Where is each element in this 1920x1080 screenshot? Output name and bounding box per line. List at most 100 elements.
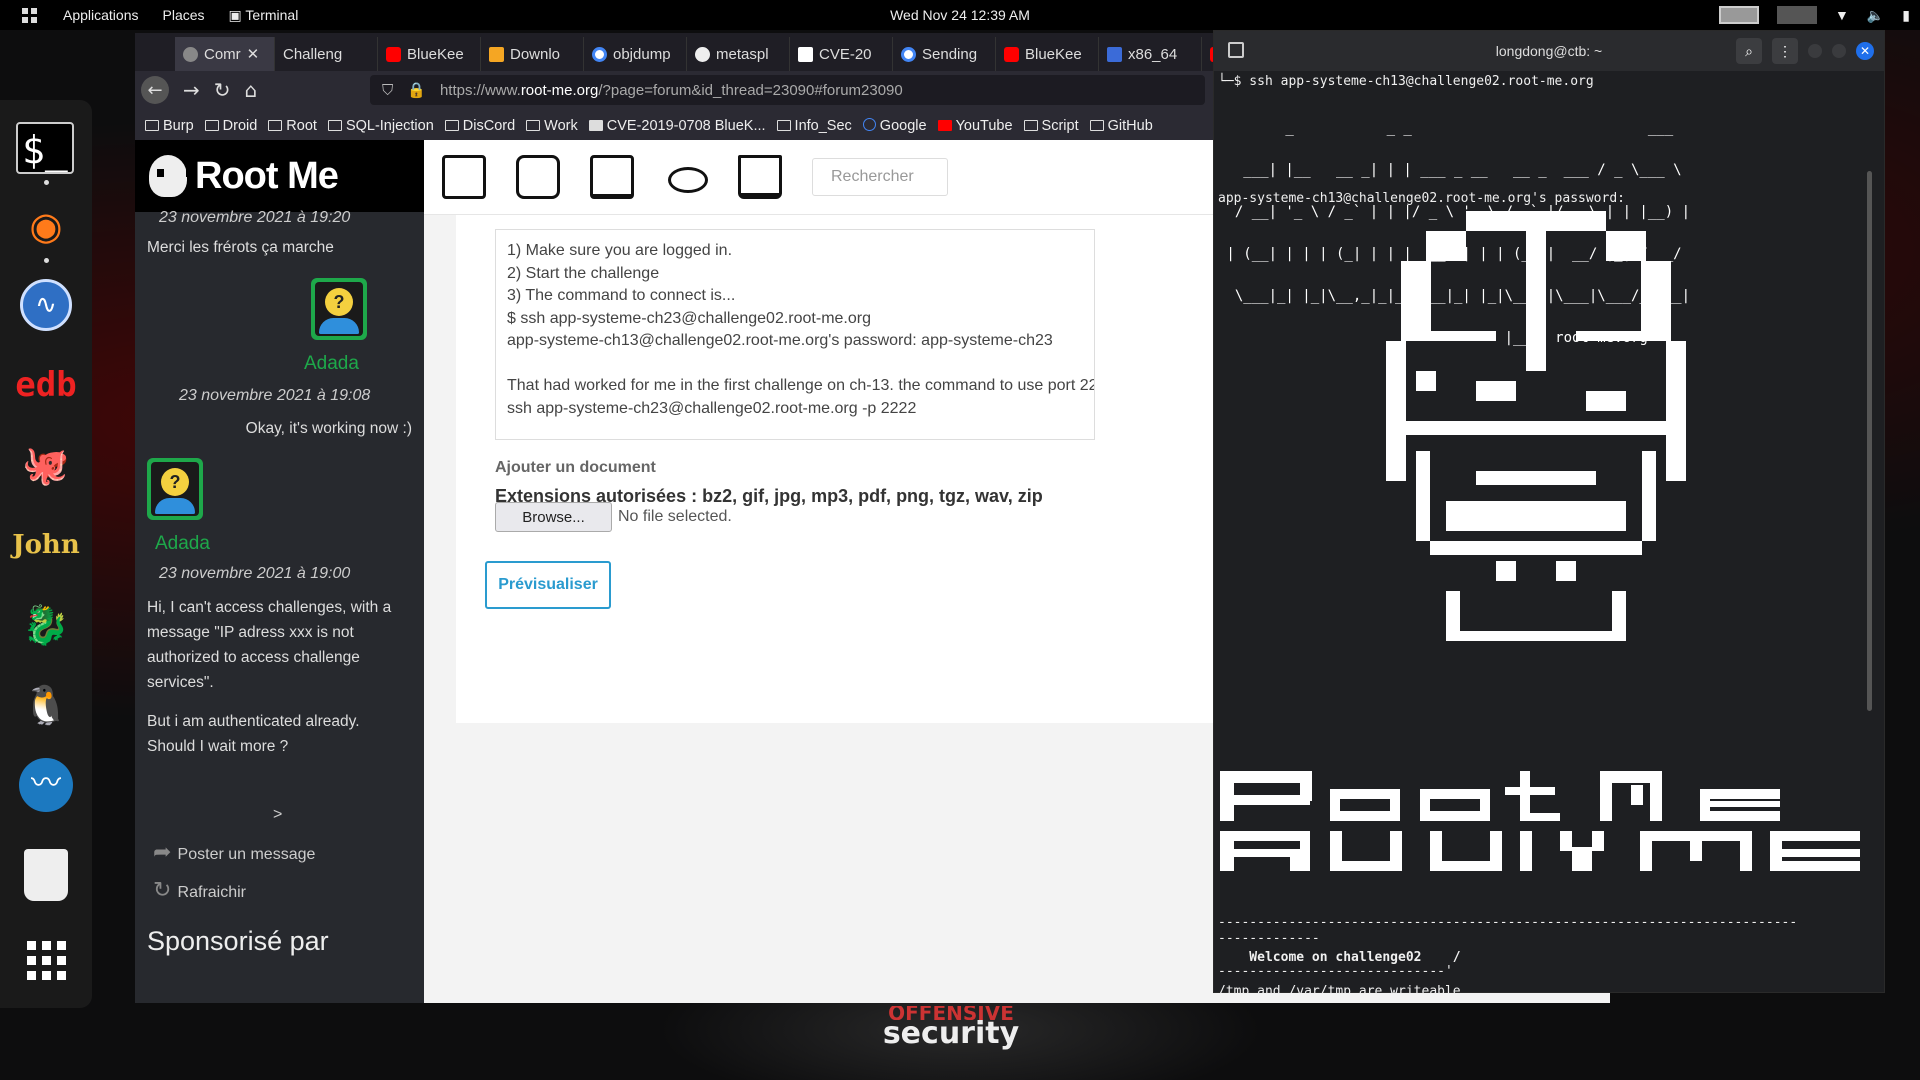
- bookmark-label: Droid: [222, 118, 258, 134]
- shield-icon[interactable]: ⛉: [382, 82, 393, 99]
- add-document-label: Ajouter un document: [495, 459, 656, 476]
- bookmark-info-sec[interactable]: Info_Sec: [776, 118, 852, 134]
- tab-7[interactable]: Sending: [893, 37, 996, 71]
- download-icon: [489, 46, 504, 62]
- tab-4[interactable]: objdump: [584, 37, 687, 71]
- wireshark-icon[interactable]: 〰: [16, 755, 76, 815]
- browse-button[interactable]: Browse...: [495, 502, 612, 532]
- wifi-icon[interactable]: ▼: [1835, 7, 1849, 23]
- tab-close-icon[interactable]: ✕: [247, 45, 260, 63]
- post-date: 23 novembre 2021 à 19:08: [179, 387, 371, 404]
- root-me-logo[interactable]: Root Me: [135, 140, 424, 212]
- bookmark-script[interactable]: Script: [1023, 118, 1079, 134]
- tab-6[interactable]: CVE-20: [790, 37, 893, 71]
- documentation-icon[interactable]: [590, 155, 634, 199]
- avatar[interactable]: ?: [311, 278, 367, 340]
- terminal-scrollbar[interactable]: [1867, 171, 1872, 711]
- terminal-output[interactable]: └─$ ssh app-systeme-ch13@challenge02.roo…: [1214, 71, 1876, 994]
- tab-1[interactable]: Challeng: [275, 37, 378, 71]
- maximize-icon[interactable]: [1832, 44, 1846, 58]
- post-message-link[interactable]: ➦ Poster un message: [153, 839, 315, 865]
- tab-0[interactable]: Comr ✕: [175, 37, 275, 71]
- john-the-ripper-icon[interactable]: John: [12, 515, 79, 575]
- terminal-app-icon[interactable]: $_: [16, 122, 74, 174]
- bookmark-droid[interactable]: Droid: [204, 118, 258, 134]
- battery-icon[interactable]: ▮: [1902, 7, 1910, 24]
- forward-icon[interactable]: →: [183, 78, 200, 102]
- tab-9[interactable]: x86_64: [1099, 37, 1202, 71]
- back-icon[interactable]: ←: [141, 76, 169, 104]
- bookmark-github[interactable]: GitHub: [1089, 118, 1153, 134]
- tab-label: Downlo: [510, 45, 561, 63]
- dragon-icon[interactable]: 🐉: [16, 595, 76, 655]
- bookmark-burp[interactable]: Burp: [145, 118, 194, 134]
- bookmark-google[interactable]: Google: [862, 118, 927, 134]
- banner-line: _ _ _ ___: [1218, 120, 1682, 136]
- document-icon: [798, 46, 813, 62]
- terminal-window: longdong@ctb: ~ ⌕ ⋮ ✕ └─$ ssh app-system…: [1213, 30, 1885, 994]
- banner-line: ___| |__ __ _| | | ___ _ __ __ _ ___ / _…: [1218, 162, 1682, 178]
- bookmark-root[interactable]: Root: [268, 118, 317, 134]
- search-icon[interactable]: ⌕: [1736, 38, 1762, 64]
- bookmark-label: DisCord: [462, 118, 516, 134]
- activities-icon[interactable]: [22, 7, 37, 23]
- bookmark-label: Work: [544, 118, 578, 134]
- tab-label: Sending: [922, 45, 978, 63]
- pagination-next[interactable]: >: [273, 806, 282, 824]
- workspace-1-icon[interactable]: [1718, 6, 1759, 24]
- bookmark-cve[interactable]: CVE-2019-0708 BlueK...: [588, 118, 766, 134]
- password-prompt: app-systeme-ch13@challenge02.root-me.org…: [1218, 191, 1625, 206]
- folder-icon: [204, 120, 219, 131]
- shop-cart-icon[interactable]: [738, 155, 782, 199]
- challenges-icon[interactable]: [442, 155, 486, 199]
- tab-5[interactable]: metaspl: [687, 37, 790, 71]
- search-input[interactable]: Rechercher: [812, 158, 948, 196]
- avatar[interactable]: ?: [147, 458, 203, 520]
- octopus-icon[interactable]: 🐙: [16, 435, 76, 495]
- home-icon[interactable]: ⌂: [245, 78, 258, 102]
- workspace-2-icon[interactable]: [1776, 6, 1817, 24]
- skull-ascii-art: [1386, 211, 1686, 661]
- edb-debugger-icon[interactable]: edb: [15, 355, 76, 415]
- url-bar[interactable]: ⛉ 🔒 https://www.root-me.org/?page=forum&…: [370, 75, 1205, 105]
- folder-icon: [145, 120, 159, 131]
- preview-button[interactable]: Prévisualiser: [485, 561, 611, 609]
- refresh-link[interactable]: ↻ Rafraichir: [153, 877, 246, 903]
- close-icon[interactable]: ✕: [1856, 42, 1874, 60]
- bookmark-sql-injection[interactable]: SQL-Injection: [327, 118, 434, 134]
- share-icon: ➦: [153, 839, 178, 864]
- show-apps-icon[interactable]: [16, 930, 76, 990]
- bookmark-work[interactable]: Work: [526, 118, 578, 134]
- tab-2[interactable]: BlueKee: [378, 37, 481, 71]
- message-textarea[interactable]: 1) Make sure you are logged in. 2) Start…: [495, 229, 1095, 440]
- username-link[interactable]: Adada: [304, 353, 359, 375]
- lock-icon: 🔒: [407, 82, 426, 99]
- bookmark-youtube[interactable]: YouTube: [937, 118, 1013, 134]
- volume-icon[interactable]: 🔈: [1867, 7, 1884, 24]
- reload-icon[interactable]: ↻: [214, 78, 231, 102]
- system-monitor-icon[interactable]: ∿: [16, 275, 76, 335]
- news-icon[interactable]: [664, 155, 708, 199]
- bookmark-label: YouTube: [955, 118, 1013, 134]
- tab-8[interactable]: BlueKee: [996, 37, 1099, 71]
- menu-icon[interactable]: ⋮: [1772, 38, 1798, 64]
- trash-icon[interactable]: [16, 845, 76, 905]
- minimize-icon[interactable]: [1808, 44, 1822, 58]
- post-line: services".: [147, 674, 214, 691]
- enum4linux-icon[interactable]: 🐧: [16, 675, 76, 735]
- tab-3[interactable]: Downlo: [481, 37, 584, 71]
- skull-icon: [149, 155, 193, 197]
- terminal-menu[interactable]: ▣ Terminal: [217, 7, 311, 24]
- new-tab-icon[interactable]: [1228, 42, 1244, 58]
- post-line: Hi, I can't access challenges, with a: [147, 599, 392, 616]
- rootme-ascii-logo: [1220, 771, 1870, 901]
- refresh-label: Rafraichir: [177, 884, 247, 901]
- places-menu[interactable]: Places: [151, 7, 217, 23]
- applications-menu[interactable]: Applications: [51, 7, 151, 23]
- bookmark-discord[interactable]: DisCord: [444, 118, 516, 134]
- firefox-icon[interactable]: ◉: [16, 196, 76, 256]
- clock[interactable]: Wed Nov 24 12:39 AM: [890, 7, 1030, 23]
- youtube-icon: [1004, 46, 1019, 62]
- community-icon[interactable]: [516, 155, 560, 199]
- username-link[interactable]: Adada: [155, 533, 210, 555]
